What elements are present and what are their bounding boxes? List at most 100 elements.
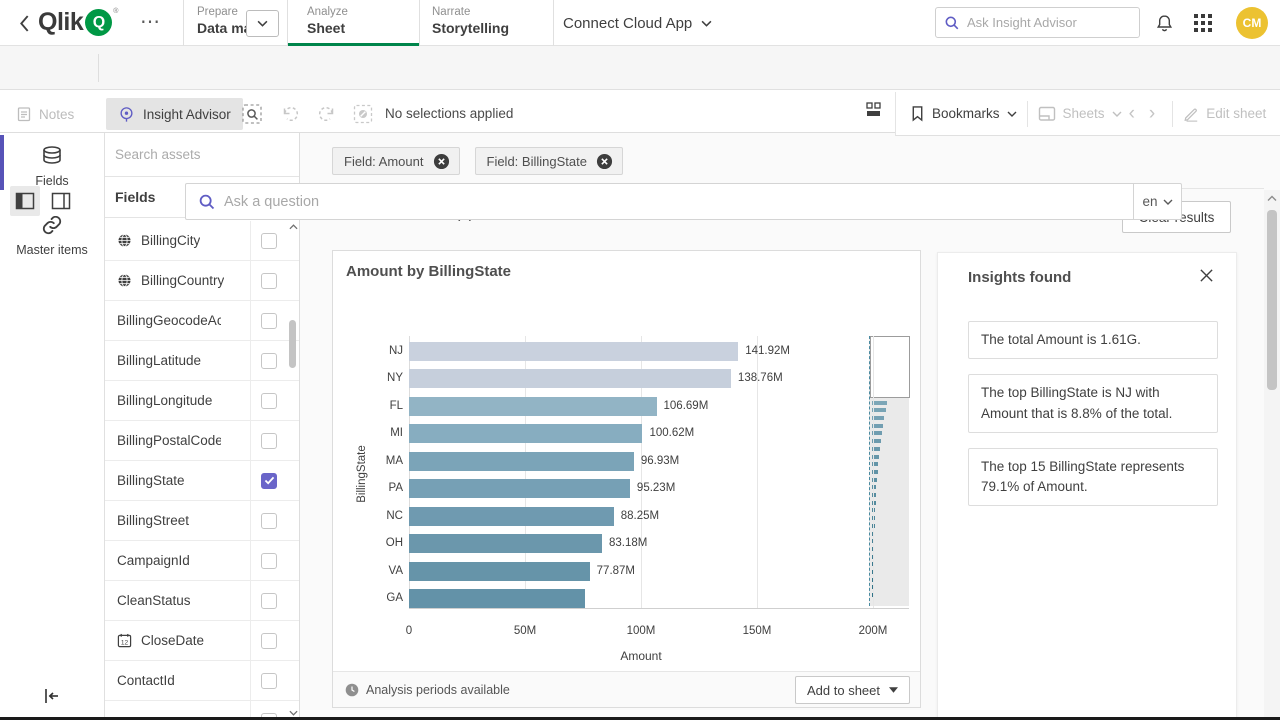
field-checkbox[interactable] [261,353,277,369]
tab-section-label: Narrate [432,6,509,18]
ask-question-input[interactable] [224,194,1133,210]
bar-oh[interactable] [409,534,602,553]
insight-advisor-label: Insight Advisor [143,107,231,122]
previous-sheet-icon[interactable]: ‹ [1122,103,1142,125]
assets-scrollbar[interactable] [288,221,298,719]
global-search[interactable] [935,7,1140,38]
bar-pa[interactable] [409,479,630,498]
y-category-label: NJ [333,342,403,361]
divider [419,0,420,46]
qlik-logo[interactable]: QlikQ® [38,8,118,37]
toggle-right-panel-icon[interactable] [46,186,76,216]
toolbar-layout-icon[interactable] [864,100,884,120]
bar-ny[interactable] [409,369,731,388]
insight-cards: The total Amount is 1.61G.The top Billin… [968,321,1218,521]
field-row[interactable]: ContactId [105,661,299,701]
notes-button[interactable]: Notes [16,98,74,130]
next-sheet-icon[interactable]: › [1142,103,1162,125]
field-list: BillingCity BillingCountryBillingGeocode… [105,218,299,720]
insights-panel-title: Insights found [968,269,1071,286]
avatar[interactable]: CM [1236,7,1268,39]
scroll-thumb[interactable] [289,320,296,368]
language-select[interactable]: en [1133,184,1181,219]
collapse-panel-icon[interactable] [38,684,64,708]
ask-question-field[interactable]: en [185,183,1182,220]
field-row[interactable]: CleanStatus [105,581,299,621]
field-checkbox[interactable] [261,593,277,609]
search-assets-input[interactable] [115,147,289,162]
field-checkbox[interactable] [261,513,277,529]
back-icon[interactable] [14,13,34,33]
field-checkbox[interactable] [261,393,277,409]
checkbox-column [250,221,287,260]
field-checkbox[interactable] [261,233,277,249]
bar-ma[interactable] [409,452,634,471]
insight-card: The top 15 BillingState represents 79.1%… [968,448,1218,507]
field-checkbox[interactable] [261,673,277,689]
field-row[interactable]: BillingLatitude [105,341,299,381]
app-selector[interactable]: Connect Cloud App [563,0,712,46]
field-row[interactable]: 12 CloseDate [105,621,299,661]
scroll-preview-window[interactable] [870,336,910,398]
add-to-sheet-button[interactable]: Add to sheet [795,676,910,704]
notifications-bell-icon[interactable] [1153,12,1175,34]
bar-ga[interactable] [409,589,585,608]
close-icon[interactable] [1198,267,1214,283]
field-row[interactable]: BillingPostalCode [105,421,299,461]
search-selections-icon[interactable] [240,102,264,126]
bar-value-label: 88.25M [621,507,659,526]
prepare-dropdown-button[interactable] [246,10,279,37]
y-category-label: FL [333,397,403,416]
more-menu-icon[interactable]: ⋯ [140,9,161,34]
chart-scroll-preview[interactable] [869,336,909,606]
scroll-up-icon[interactable] [288,221,298,233]
app-launcher-grid-icon[interactable] [1194,14,1212,32]
search-assets-field[interactable] [105,133,299,177]
y-category-label: NC [333,507,403,526]
field-row[interactable]: BillingCity [105,221,299,261]
field-row[interactable]: CampaignId [105,541,299,581]
insight-advisor-button[interactable]: Insight Advisor [106,98,243,130]
scroll-thumb[interactable] [1267,210,1277,390]
bar-mi[interactable] [409,424,642,443]
global-search-input[interactable] [967,15,1117,30]
tab-narrate[interactable]: Narrate Storytelling [432,6,509,36]
field-checkbox[interactable] [261,433,277,449]
clear-selections-icon[interactable] [351,102,375,126]
bar-va[interactable] [409,562,590,581]
edit-sheet-button[interactable]: Edit sheet [1183,106,1266,122]
field-label: BillingCity [141,233,200,248]
undo-selection-icon[interactable] [278,102,302,126]
field-row[interactable]: BillingStreet [105,501,299,541]
scroll-up-icon[interactable] [1267,192,1277,204]
x-tick-label: 50M [495,625,555,637]
bar-fl[interactable] [409,397,657,416]
field-row[interactable]: BillingGeocodeAccura... [105,301,299,341]
main-scrollbar[interactable] [1264,190,1280,720]
sheets-button[interactable]: Sheets [1038,106,1122,122]
tab-label: Storytelling [432,20,509,36]
chip-field-amount[interactable]: Field: Amount [332,147,460,175]
chip-close-icon[interactable] [433,153,450,170]
calendar-icon: 12 [117,633,141,648]
x-tick-label: 0 [379,625,439,637]
field-row[interactable]: BillingCountry [105,261,299,301]
field-checkbox[interactable] [261,273,277,289]
tab-analyze[interactable]: Analyze Sheet [307,6,348,36]
field-label: BillingLongitude [117,393,212,408]
field-checkbox[interactable] [261,313,277,329]
field-checkbox[interactable] [261,473,277,489]
sidebar-item-label: Master items [16,243,88,257]
field-checkbox[interactable] [261,633,277,649]
chip-field-billingstate[interactable]: Field: BillingState [475,147,623,175]
chip-close-icon[interactable] [596,153,613,170]
field-row[interactable]: BillingLongitude [105,381,299,421]
field-checkbox[interactable] [261,553,277,569]
bar-nc[interactable] [409,507,614,526]
bookmarks-button[interactable]: Bookmarks [910,105,1017,122]
field-row[interactable]: BillingState [105,461,299,501]
bar-nj[interactable] [409,342,738,361]
redo-selection-icon[interactable] [315,102,339,126]
toggle-left-panel-icon[interactable] [10,186,40,216]
chart-card[interactable]: Amount by BillingState BillingState Amou… [332,250,921,708]
